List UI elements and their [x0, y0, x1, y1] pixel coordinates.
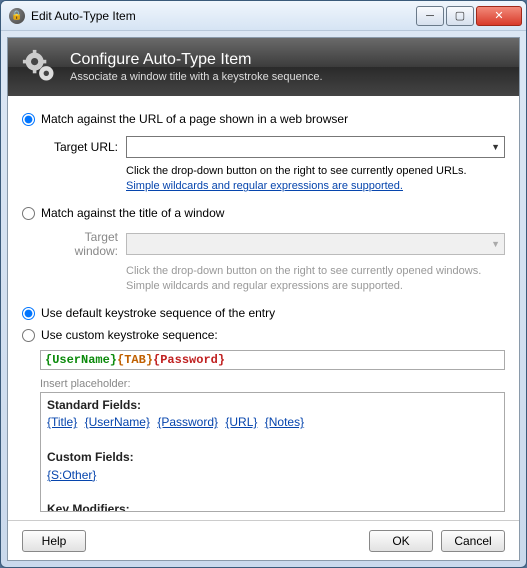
- ok-button[interactable]: OK: [369, 530, 433, 552]
- standard-fields-links: {Title} {UserName} {Password} {URL} {Not…: [47, 414, 498, 431]
- key-modifiers-heading: Key Modifiers:: [47, 501, 498, 512]
- placeholder-url[interactable]: {URL}: [225, 415, 257, 429]
- target-url-label: Target URL:: [40, 140, 118, 154]
- lock-icon: 🔒: [9, 8, 25, 24]
- url-hint-link[interactable]: Simple wildcards and regular expressions…: [126, 180, 403, 192]
- custom-seq-label: Use custom keystroke sequence:: [41, 328, 218, 342]
- chevron-down-icon: ▼: [491, 239, 500, 249]
- default-seq-radio[interactable]: [22, 307, 35, 320]
- window-title: Edit Auto-Type Item: [31, 9, 416, 23]
- url-hint: Click the drop-down button on the right …: [126, 164, 505, 195]
- chevron-down-icon: ▼: [491, 142, 500, 152]
- titlebar[interactable]: 🔒 Edit Auto-Type Item ─ ▢ ✕: [1, 1, 526, 31]
- standard-fields-heading: Standard Fields:: [47, 397, 498, 414]
- window-hint-2: Simple wildcards and regular expressions…: [126, 280, 403, 292]
- dialog-window: 🔒 Edit Auto-Type Item ─ ▢ ✕: [0, 0, 527, 568]
- target-url-combo[interactable]: ▼: [126, 136, 505, 158]
- insert-placeholder-label: Insert placeholder:: [40, 378, 505, 390]
- seq-username: {UserName}: [45, 353, 117, 367]
- gear-icon: [22, 49, 58, 85]
- window-hint-1: Click the drop-down button on the right …: [126, 265, 481, 277]
- help-button[interactable]: Help: [22, 530, 86, 552]
- close-button[interactable]: ✕: [476, 6, 522, 26]
- match-window-label: Match against the title of a window: [41, 206, 224, 220]
- seq-tab: {TAB}: [117, 353, 153, 367]
- header-title: Configure Auto-Type Item: [70, 51, 323, 69]
- match-url-radio[interactable]: [22, 113, 35, 126]
- footer: Help OK Cancel: [8, 520, 519, 560]
- minimize-button[interactable]: ─: [416, 6, 444, 26]
- maximize-button[interactable]: ▢: [446, 6, 474, 26]
- url-hint-text: Click the drop-down button on the right …: [126, 165, 467, 177]
- placeholder-s-other[interactable]: {S:Other}: [47, 468, 96, 482]
- keystroke-sequence-input[interactable]: {UserName}{TAB}{Password}: [40, 350, 505, 370]
- window-hint: Click the drop-down button on the right …: [126, 264, 505, 295]
- cancel-button[interactable]: Cancel: [441, 530, 505, 552]
- match-url-label: Match against the URL of a page shown in…: [41, 112, 348, 126]
- placeholder-title[interactable]: {Title}: [47, 415, 77, 429]
- match-window-radio[interactable]: [22, 207, 35, 220]
- placeholder-password[interactable]: {Password}: [157, 415, 218, 429]
- target-window-label: Target window:: [40, 230, 118, 258]
- content-pane: Configure Auto-Type Item Associate a win…: [7, 37, 520, 561]
- header-banner: Configure Auto-Type Item Associate a win…: [8, 38, 519, 96]
- custom-fields-heading: Custom Fields:: [47, 449, 498, 466]
- custom-seq-radio[interactable]: [22, 329, 35, 342]
- target-window-combo: ▼: [126, 233, 505, 255]
- default-seq-label: Use default keystroke sequence of the en…: [41, 306, 275, 320]
- placeholder-notes[interactable]: {Notes}: [265, 415, 304, 429]
- header-subtitle: Associate a window title with a keystrok…: [70, 71, 323, 83]
- custom-fields-links: {S:Other}: [47, 467, 498, 484]
- placeholder-username[interactable]: {UserName}: [85, 415, 150, 429]
- body: Match against the URL of a page shown in…: [8, 96, 519, 520]
- placeholder-list[interactable]: Standard Fields: {Title} {UserName} {Pas…: [40, 392, 505, 512]
- seq-password: {Password}: [153, 353, 225, 367]
